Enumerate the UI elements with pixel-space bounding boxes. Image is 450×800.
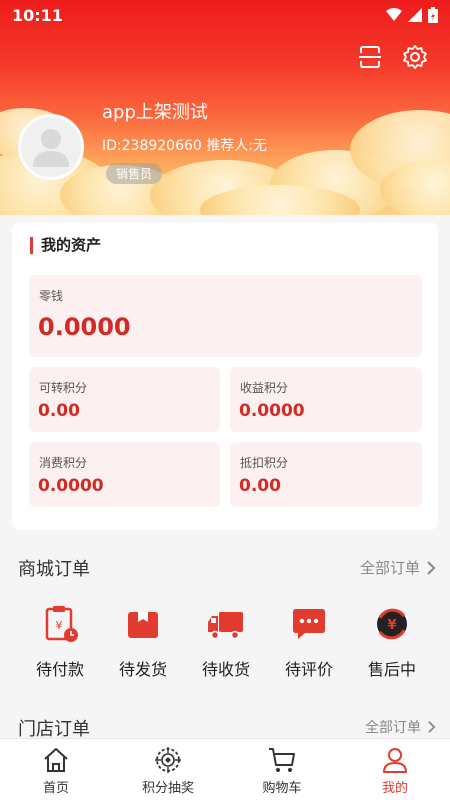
order-pending-payment[interactable]: ¥ 待付款 [20, 604, 100, 680]
consumption-points-value: 0.0000 [38, 476, 104, 496]
role-badge: 销售员 [106, 163, 163, 184]
home-icon [44, 748, 68, 772]
store-all-orders-link[interactable]: 全部订单 [365, 717, 436, 737]
order-pending-shipment-label: 待发货 [118, 660, 167, 679]
truck-icon [208, 612, 243, 640]
income-points-box[interactable]: 收益积分 0.0000 [230, 367, 422, 432]
consumption-points-box[interactable]: 消费积分 0.0000 [29, 442, 220, 507]
svg-text:¥: ¥ [56, 619, 63, 632]
mall-all-orders-label: 全部订单 [359, 559, 420, 577]
change-balance-box[interactable]: 零钱 0.0000 [29, 275, 422, 357]
svg-text:¥: ¥ [387, 618, 396, 633]
order-after-sales-label: 售后中 [367, 660, 416, 679]
tab-home[interactable]: 首页 [6, 745, 106, 796]
order-pending-review[interactable]: 待评价 [269, 604, 349, 680]
transferable-points-label: 可转积分 [39, 381, 88, 395]
mall-orders-title: 商城订单 [18, 559, 90, 580]
tab-points-lottery[interactable]: 积分抽奖 [118, 745, 218, 796]
payment-pending-icon: ¥ [45, 606, 78, 642]
tab-cart[interactable]: 购物车 [232, 745, 332, 796]
store-all-orders-label: 全部订单 [365, 720, 421, 736]
profile-header [0, 0, 450, 215]
assets-card: 我的资产 零钱 0.0000 可转积分 0.00 收益积分 0.0000 消费积… [12, 222, 438, 530]
refund-icon: ¥ [377, 608, 407, 640]
avatar[interactable] [18, 114, 84, 180]
cart-icon [269, 748, 295, 772]
bottom-tab-bar: 首页 积分抽奖 购物车 我的 [0, 738, 450, 800]
consumption-points-label: 消费积分 [39, 456, 88, 470]
income-points-value: 0.0000 [239, 401, 305, 421]
scan-icon[interactable] [357, 44, 383, 70]
order-after-sales[interactable]: ¥ 售后中 [352, 604, 432, 680]
transferable-points-value: 0.00 [38, 401, 80, 421]
tab-mine-label: 我的 [381, 781, 408, 796]
profile-icon [383, 748, 407, 773]
settings-gear-icon[interactable] [402, 44, 428, 70]
order-pending-shipment[interactable]: 待发货 [103, 604, 183, 680]
order-pending-payment-label: 待付款 [35, 660, 84, 679]
tab-cart-label: 购物车 [262, 781, 302, 796]
user-name: app上架测试 [102, 102, 208, 123]
mall-all-orders-link[interactable]: 全部订单 [360, 557, 436, 578]
signal-icon [408, 8, 422, 22]
change-label: 零钱 [39, 289, 64, 303]
tab-mine[interactable]: 我的 [345, 745, 445, 796]
deduction-points-value: 0.00 [239, 476, 281, 496]
order-pending-review-label: 待评价 [284, 660, 333, 679]
tab-points-lottery-label: 积分抽奖 [141, 781, 194, 796]
box-icon [128, 612, 158, 638]
deduction-points-box[interactable]: 抵扣积分 0.00 [230, 442, 422, 507]
income-points-label: 收益积分 [240, 381, 289, 395]
chat-bubble-icon [293, 609, 325, 639]
order-pending-receipt-label: 待收货 [201, 660, 250, 679]
lottery-icon [155, 747, 181, 773]
status-bar: 10:11 [0, 0, 450, 32]
deduction-points-label: 抵扣积分 [240, 456, 289, 470]
wifi-icon [386, 8, 402, 21]
change-value: 0.0000 [38, 313, 131, 341]
tab-home-label: 首页 [42, 781, 69, 796]
chevron-right-icon [427, 560, 436, 575]
order-pending-receipt[interactable]: 待收货 [186, 604, 266, 680]
default-avatar-icon [21, 117, 81, 177]
status-icons [386, 7, 438, 23]
battery-icon [428, 7, 438, 23]
status-time: 10:11 [12, 6, 63, 25]
chevron-right-icon [428, 721, 436, 733]
transferable-points-box[interactable]: 可转积分 0.00 [29, 367, 220, 432]
user-id-referrer: ID:238920660 推荐人:无 [102, 138, 267, 154]
assets-title: 我的资产 [30, 237, 101, 254]
